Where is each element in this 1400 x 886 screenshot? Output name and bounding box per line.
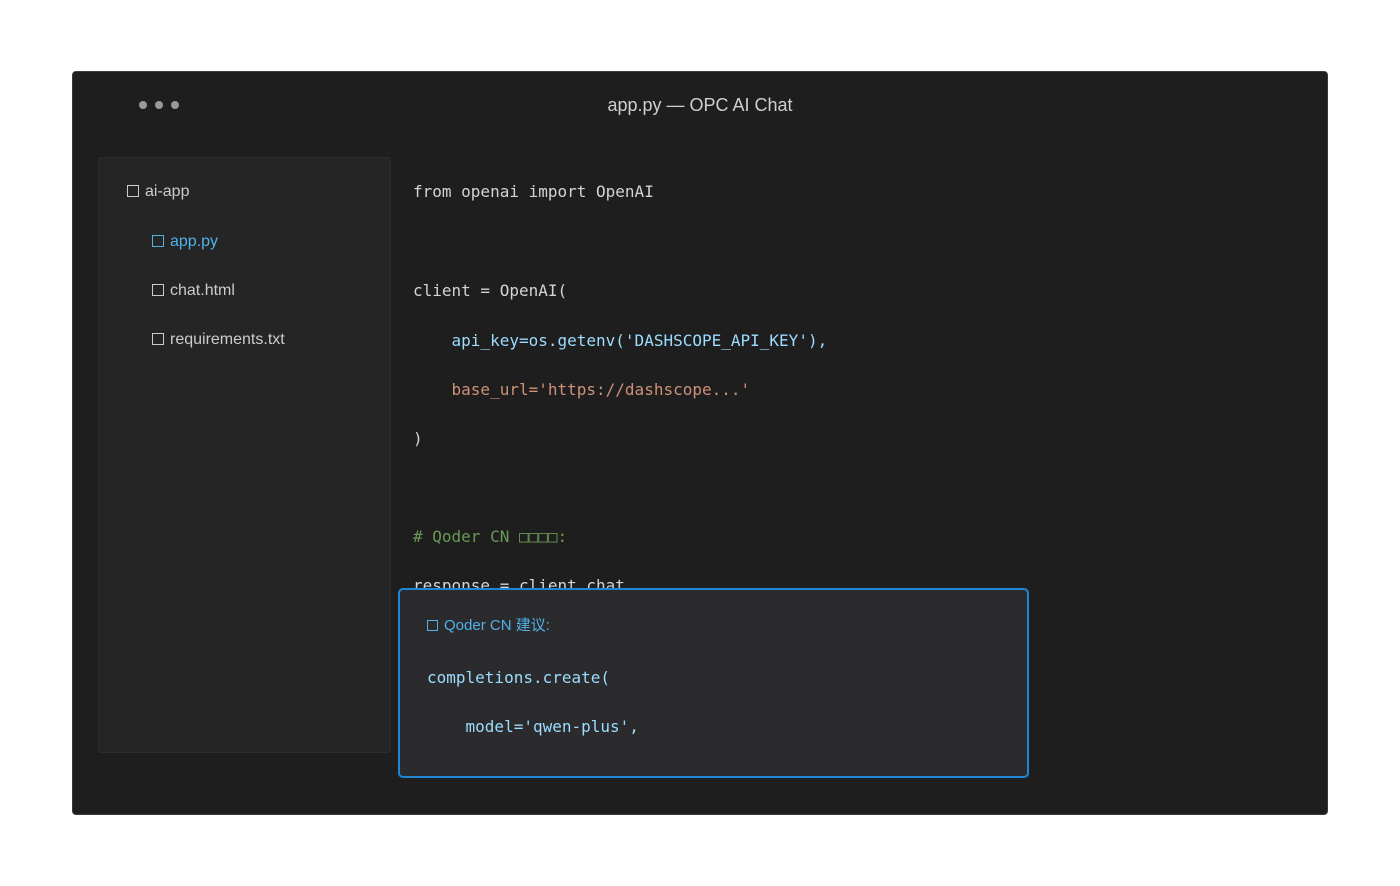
code-line[interactable]: base_url='https://dashscope...'	[413, 380, 751, 399]
file-icon	[152, 333, 164, 345]
file-icon	[152, 284, 164, 296]
suggestion-code-line[interactable]: model='qwen-plus',	[427, 717, 639, 736]
file-explorer: ai-app app.py chat.html requirements.txt	[98, 157, 391, 753]
sidebar-item-label: app.py	[170, 233, 219, 250]
folder-icon	[127, 185, 139, 197]
code-line[interactable]: client = OpenAI(	[413, 281, 567, 300]
code-comment-line[interactable]: # Qoder CN □□□□:	[413, 527, 567, 546]
suggestion-header: Qoder CN 建议:	[427, 614, 550, 635]
sidebar-item-requirements-txt[interactable]: requirements.txt	[152, 331, 285, 349]
code-line[interactable]: )	[413, 429, 423, 448]
sidebar-item-app-py[interactable]: app.py	[152, 233, 218, 251]
suggestion-icon	[427, 620, 438, 631]
code-line[interactable]: from openai import OpenAI	[413, 182, 654, 201]
sidebar-item-chat-html[interactable]: chat.html	[152, 282, 235, 300]
suggestion-header-label: Qoder CN 建议:	[444, 617, 550, 634]
editor-window: app.py — OPC AI Chat ai-app app.py chat.…	[72, 71, 1328, 815]
sidebar-item-label: chat.html	[170, 282, 235, 299]
code-line[interactable]: api_key=os.getenv('DASHSCOPE_API_KEY'),	[413, 331, 828, 350]
sidebar-item-label: ai-app	[145, 183, 190, 200]
sidebar-item-ai-app[interactable]: ai-app	[127, 183, 189, 201]
window-title: app.py — OPC AI Chat	[607, 95, 793, 115]
sidebar-item-label: requirements.txt	[170, 331, 285, 348]
ai-suggestion-popup[interactable]: Qoder CN 建议: completions.create( model='…	[398, 588, 1029, 778]
file-icon	[152, 235, 164, 247]
suggestion-code-line[interactable]: completions.create(	[427, 668, 610, 687]
